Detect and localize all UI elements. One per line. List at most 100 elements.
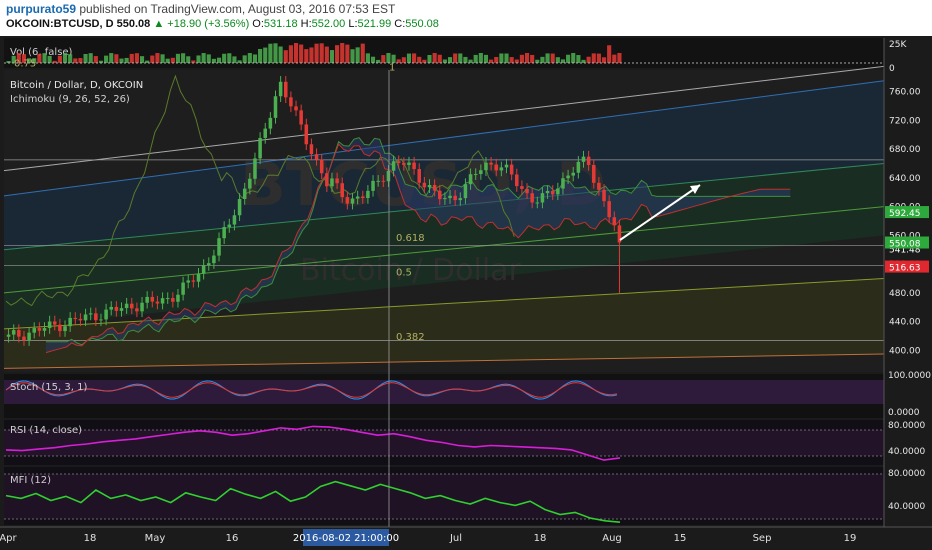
volume-bar — [288, 45, 293, 63]
volume-tick-max: 25K — [889, 40, 907, 50]
mfi-tick-bottom: 40.0000 — [888, 502, 925, 512]
volume-bar — [309, 47, 314, 63]
volume-bar — [119, 58, 124, 63]
candle-body — [561, 178, 565, 189]
fib-label: 0.382 — [396, 332, 425, 343]
time-label: 18 — [84, 533, 97, 544]
stoch-pane[interactable]: Stoch (15, 3, 1) 100.0000 0.0000 — [4, 371, 931, 418]
candle-body — [391, 161, 396, 171]
time-label: Aug — [602, 533, 622, 544]
candle-body — [294, 106, 298, 111]
candle-body — [412, 162, 416, 170]
candle-body — [104, 309, 108, 320]
candle-body — [504, 164, 509, 168]
volume-bar — [591, 53, 596, 63]
stoch-tick-bottom: 0.0000 — [888, 408, 920, 418]
volume-bar — [139, 56, 145, 63]
price-tick-label: 400.00 — [889, 346, 921, 356]
volume-bar — [509, 57, 514, 63]
volume-bar — [237, 60, 242, 63]
volume-bar — [550, 53, 555, 63]
candle-body — [99, 319, 103, 321]
volume-bar — [483, 54, 489, 63]
stoch-title: Stoch (15, 3, 1) — [10, 382, 87, 393]
volume-bar — [273, 43, 278, 63]
author-link[interactable]: purpurato59 — [6, 2, 76, 16]
time-label: 19 — [844, 533, 857, 544]
candle-body — [468, 174, 473, 185]
volume-bar — [555, 57, 560, 63]
candle-body — [135, 308, 139, 312]
volume-bar — [581, 59, 586, 63]
volume-bar — [571, 53, 576, 63]
volume-bar — [324, 46, 329, 63]
candle-body — [68, 317, 72, 327]
volume-bar — [216, 57, 222, 63]
volume-bar — [104, 55, 109, 63]
candle-body — [432, 184, 437, 191]
candle-body — [253, 158, 257, 179]
volume-bar — [160, 54, 165, 63]
candle-body — [530, 193, 534, 203]
candle-body — [448, 195, 452, 199]
volume-bar — [299, 44, 304, 63]
close-value: 550.08 — [405, 18, 439, 30]
candle-body — [473, 174, 478, 176]
volume-bar — [427, 54, 432, 63]
volume-bar — [165, 58, 170, 63]
mfi-pane[interactable]: MFI (12) 80.0000 40.0000 — [4, 467, 925, 525]
time-axis[interactable]: Apr 18 May 16 Jul 18 Aug 15 Sep 19 2016-08-02 21:… — [0, 526, 932, 550]
candle-body — [314, 154, 319, 160]
volume-bar — [365, 53, 370, 63]
change-value: ▲ +18.90 (+3.56%) — [153, 18, 250, 30]
volume-bar — [396, 59, 401, 63]
volume-bar — [278, 46, 283, 63]
publish-line: purpurato59 published on TradingView.com… — [6, 2, 395, 16]
rsi-tick-top: 80.0000 — [888, 421, 925, 431]
candle-body — [479, 170, 483, 175]
volume-bar — [499, 53, 504, 63]
volume-bar — [596, 53, 601, 63]
candle-body — [176, 294, 180, 302]
candle-body — [545, 190, 550, 194]
candle-body — [355, 196, 360, 199]
volume-bar — [57, 55, 62, 63]
volume-bar — [227, 53, 232, 63]
time-label: May — [145, 533, 166, 544]
trading-chart[interactable]: Vol (6, false) 25K 0 BTCUSD, D Bitcoin /… — [0, 36, 932, 550]
volume-bar — [68, 54, 73, 63]
price-title: Bitcoin / Dollar, D, OKCOIN — [10, 80, 143, 91]
candle-body — [453, 195, 457, 201]
time-label: 15 — [674, 533, 687, 544]
volume-bar — [432, 53, 437, 63]
candle-body — [37, 328, 42, 331]
rsi-pane[interactable]: RSI (14, close) 80.0000 40.0000 — [4, 420, 925, 465]
candle-body — [248, 178, 252, 189]
close-label: C: — [394, 18, 406, 30]
candle-body — [607, 201, 611, 218]
stoch-band — [4, 380, 884, 404]
volume-bar — [73, 58, 78, 63]
candle-body — [217, 238, 221, 256]
volume-bar — [314, 43, 319, 63]
candle-body — [417, 169, 421, 183]
candle-body — [566, 175, 570, 179]
publish-info: published on TradingView.com, August 03,… — [79, 2, 396, 16]
candle-body — [525, 188, 529, 194]
volume-bar — [601, 57, 607, 63]
candle-body — [592, 164, 596, 183]
candle-body — [361, 196, 365, 199]
candle-body — [17, 330, 21, 337]
candle-body — [237, 199, 242, 216]
volume-bar — [489, 59, 494, 63]
candle-body — [11, 330, 16, 335]
candle-body — [196, 273, 201, 282]
volume-bar — [376, 59, 381, 63]
candle-body — [515, 174, 519, 187]
volume-bar — [576, 55, 581, 63]
candle-body — [556, 188, 560, 195]
price-pane[interactable]: BTCUSD, D Bitcoin / Dollar Bitcoin / Dol… — [3, 58, 929, 372]
candle-body — [443, 198, 447, 200]
candle-body — [571, 172, 575, 176]
volume-bar — [514, 59, 519, 63]
